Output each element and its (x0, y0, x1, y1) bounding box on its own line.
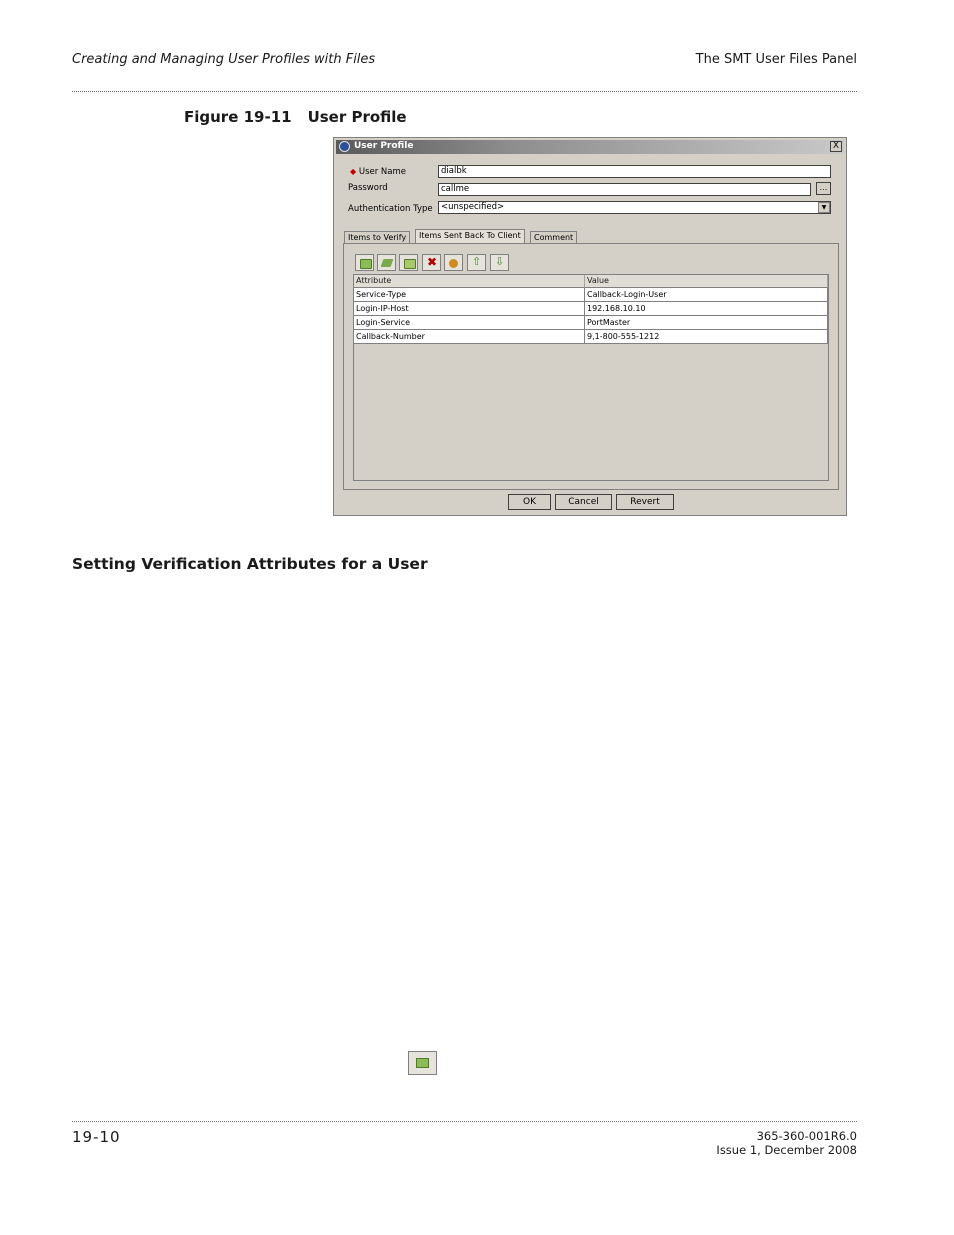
password-input[interactable]: callme (438, 183, 811, 196)
required-dot-icon: ◆ (350, 167, 357, 176)
footer-rule (72, 1121, 857, 1122)
running-header-section: The SMT User Files Panel (695, 52, 857, 67)
tab-comment[interactable]: Comment (530, 231, 578, 243)
app-logo-icon (339, 141, 350, 152)
revert-button[interactable]: Revert (616, 494, 674, 510)
add-icon (408, 1051, 437, 1075)
auth-type-select[interactable]: <unspecified> ▼ (438, 201, 831, 214)
tab-items-to-verify[interactable]: Items to Verify (344, 231, 411, 243)
move-down-icon[interactable]: ⇩ (490, 254, 509, 271)
page-number: 19-10 (72, 1128, 121, 1146)
close-button[interactable]: X (830, 141, 842, 152)
dialog-titlebar: User Profile X (336, 140, 844, 154)
remove-icon[interactable] (399, 254, 418, 271)
column-header-value[interactable]: Value (585, 275, 828, 288)
edit-icon[interactable] (377, 254, 396, 271)
user-profile-dialog: User Profile X ◆ User Name dialbk Passwo… (333, 137, 847, 516)
cancel-button[interactable]: Cancel (555, 494, 612, 510)
figure-title: User Profile (307, 108, 407, 126)
delete-icon[interactable]: ✖ (422, 254, 441, 271)
refresh-icon[interactable] (444, 254, 463, 271)
footer-doc-info: 365-360-001R6.0 Issue 1, December 2008 (716, 1129, 857, 1157)
dialog-title: User Profile (354, 141, 414, 151)
column-header-attribute[interactable]: Attribute (354, 275, 585, 288)
user-name-input[interactable]: dialbk (438, 165, 831, 178)
table-cell-attribute[interactable]: Callback-Number (354, 330, 585, 344)
table-cell-attribute[interactable]: Service-Type (354, 288, 585, 302)
tab-items-sent-back-to-client[interactable]: Items Sent Back To Client (415, 229, 525, 243)
running-header-chapter: Creating and Managing User Profiles with… (72, 52, 376, 67)
ok-button[interactable]: OK (508, 494, 551, 510)
password-label: Password (348, 183, 388, 193)
table-cell-value[interactable]: Callback-Login-User (585, 288, 828, 302)
header-rule (72, 91, 857, 92)
table-cell-value[interactable]: 9,1-800-555-1212 (585, 330, 828, 344)
figure-number: Figure 19-11 (184, 108, 292, 126)
chevron-down-icon[interactable]: ▼ (818, 202, 830, 213)
table-cell-value[interactable]: PortMaster (585, 316, 828, 330)
attribute-table: Attribute Value Service-Type Callback-Lo… (353, 274, 829, 481)
table-cell-value[interactable]: 192.168.10.10 (585, 302, 828, 316)
tab-panel: ✖ ⇧ ⇩ Attribute Value Service-Type Callb… (343, 243, 839, 490)
doc-number: 365-360-001R6.0 (756, 1129, 857, 1143)
figure-caption: Figure 19-11 User Profile (184, 108, 407, 126)
section-heading: Setting Verification Attributes for a Us… (72, 555, 428, 573)
issue-date: Issue 1, December 2008 (716, 1143, 857, 1157)
table-cell-attribute[interactable]: Login-IP-Host (354, 302, 585, 316)
auth-type-label: Authentication Type (348, 204, 433, 214)
table-cell-attribute[interactable]: Login-Service (354, 316, 585, 330)
password-browse-button[interactable]: ... (816, 182, 831, 195)
move-up-icon[interactable]: ⇧ (467, 254, 486, 271)
user-name-label: ◆ User Name (350, 167, 407, 177)
add-icon[interactable] (355, 254, 374, 271)
